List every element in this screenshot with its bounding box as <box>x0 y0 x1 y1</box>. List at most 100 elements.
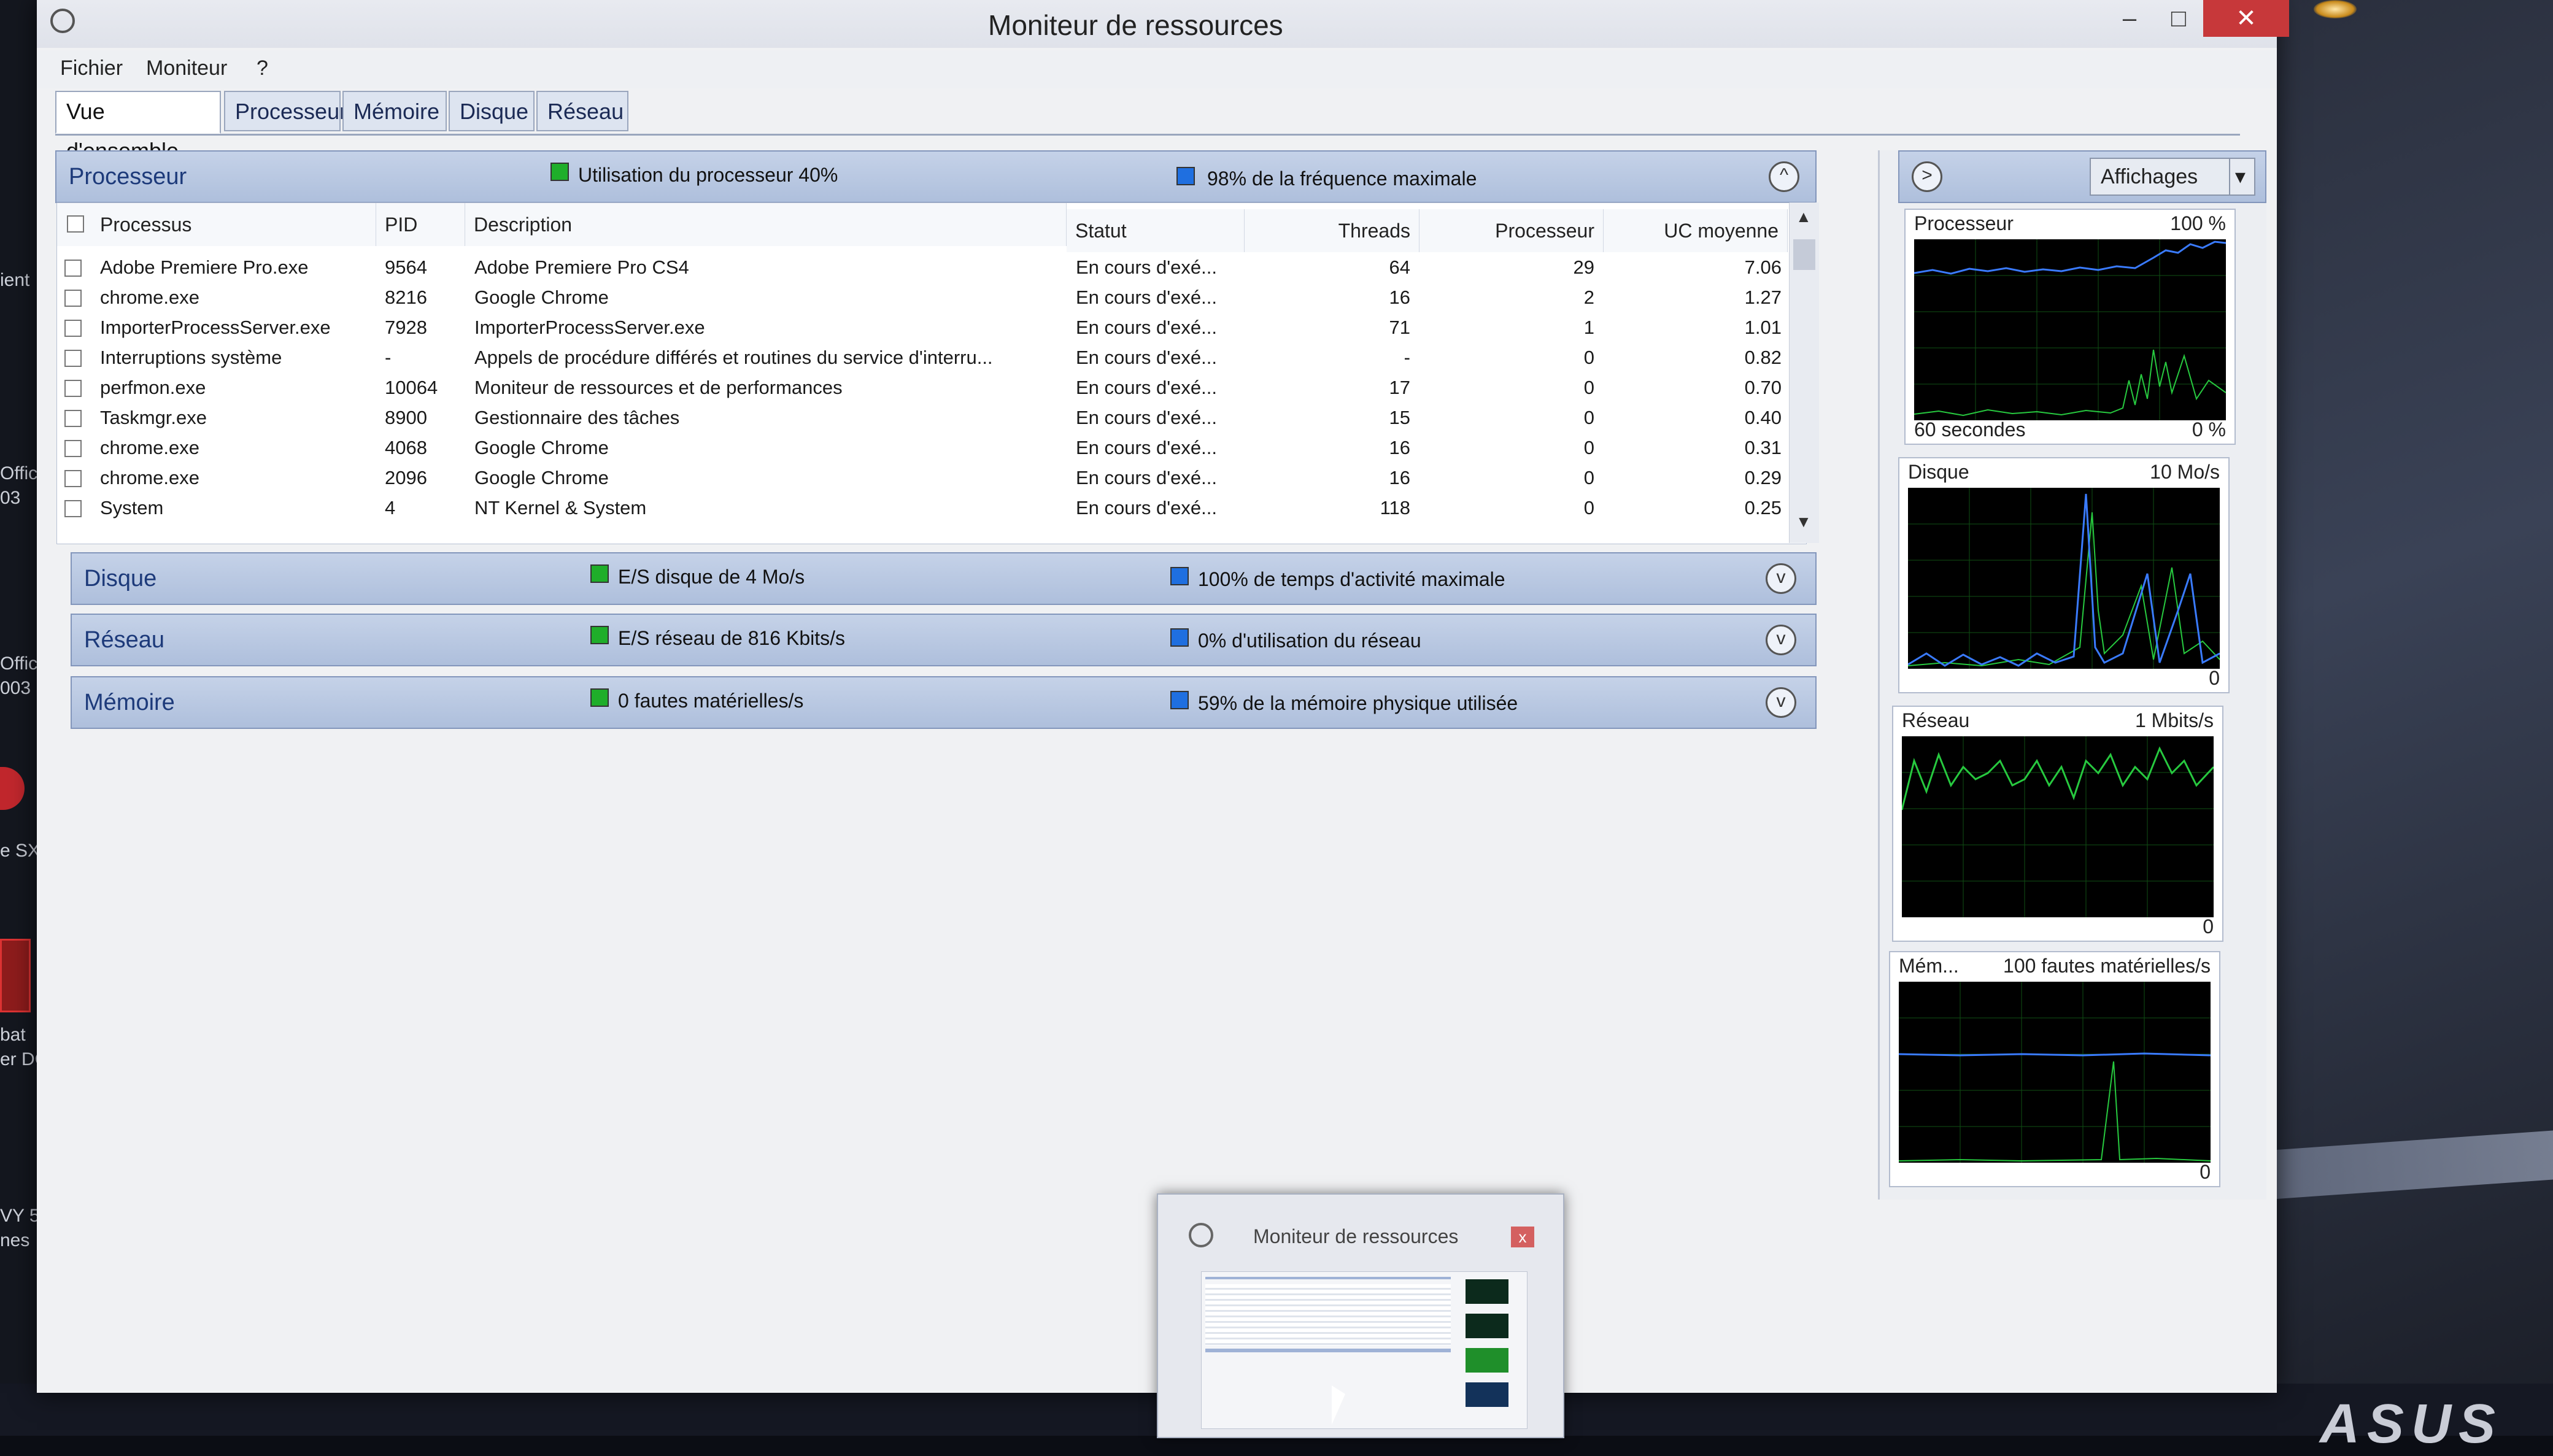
column-header-status[interactable]: Statut <box>1067 209 1245 252</box>
expand-icon[interactable]: v <box>1766 625 1796 655</box>
tab-disk[interactable]: Disque <box>449 91 535 131</box>
collapse-icon[interactable]: ^ <box>1769 161 1799 192</box>
chevron-right-icon[interactable]: > <box>1912 161 1942 192</box>
column-header-avg-cpu[interactable]: UC moyenne <box>1604 209 1788 252</box>
graph-timespan: 60 secondes <box>1914 418 2026 441</box>
table-row[interactable]: ImporterProcessServer.exe 7928 ImporterPro… <box>57 312 1806 343</box>
menu-file[interactable]: Fichier <box>60 56 123 80</box>
section-title: Disque <box>84 566 157 591</box>
cell-avg: 0.29 <box>1744 467 1782 488</box>
hard-faults-label: 0 fautes matérielles/s <box>618 690 804 712</box>
desktop-icon-label[interactable]: 003 <box>0 678 31 699</box>
table-row[interactable]: perfmon.exe 10064 Moniteur de ressources e… <box>57 372 1806 403</box>
blue-legend-icon <box>1176 167 1195 185</box>
column-header-pid[interactable]: PID <box>376 203 465 246</box>
maximize-button[interactable]: □ <box>2154 0 2203 37</box>
column-header-description[interactable]: Description <box>465 203 1067 246</box>
cell-cpu: 0 <box>1583 347 1594 368</box>
graph-max: 1 Mbits/s <box>2134 709 2214 731</box>
green-legend-icon <box>590 688 609 707</box>
row-checkbox[interactable] <box>64 380 82 397</box>
column-header-cpu[interactable]: Processeur <box>1419 209 1604 252</box>
table-row[interactable]: chrome.exe 2096 Google Chrome En cours d'ex… <box>57 463 1806 493</box>
column-header-process[interactable]: Processus <box>57 203 376 246</box>
disk-section-header[interactable]: Disque E/S disque de 4 Mo/s 100% de temp… <box>71 552 1817 605</box>
table-row[interactable]: chrome.exe 4068 Google Chrome En cours d'ex… <box>57 433 1806 463</box>
table-row[interactable]: System 4 NT Kernel & System En cours d'exé.… <box>57 493 1806 523</box>
scroll-thumb[interactable] <box>1793 239 1815 270</box>
cell-status: En cours d'exé... <box>1076 317 1217 338</box>
disk-graph-plot <box>1908 488 2220 669</box>
tab-network[interactable]: Réseau <box>536 91 628 131</box>
views-dropdown[interactable]: Affichages ▾ <box>2090 158 2255 196</box>
desktop-icon-label[interactable]: bat <box>0 1025 26 1046</box>
tab-divider <box>55 134 2240 136</box>
thumbnail-close-button[interactable]: x <box>1511 1227 1534 1247</box>
network-section-header[interactable]: Réseau E/S réseau de 816 Kbits/s 0% d'ut… <box>71 614 1817 666</box>
row-checkbox[interactable] <box>64 500 82 517</box>
tab-overview[interactable]: Vue d'ensemble <box>55 91 221 163</box>
menu-help[interactable]: ? <box>257 56 268 80</box>
tab-processor[interactable]: Processeur <box>224 91 347 131</box>
cell-name: chrome.exe <box>100 287 199 308</box>
tab-memory[interactable]: Mémoire <box>342 91 447 131</box>
disk-activity-label: 100% de temps d'activité maximale <box>1198 568 1505 590</box>
cell-status: En cours d'exé... <box>1076 256 1217 278</box>
row-checkbox[interactable] <box>64 410 82 427</box>
acrobat-icon[interactable] <box>0 939 31 1012</box>
processor-section-header[interactable]: Processeur Utilisation du processeur 40%… <box>55 150 1817 203</box>
cell-name: System <box>100 497 164 518</box>
column-header-threads[interactable]: Threads <box>1245 209 1419 252</box>
select-all-checkbox[interactable] <box>67 215 84 233</box>
scroll-down-icon[interactable]: ▼ <box>1796 512 1812 531</box>
close-button[interactable]: ✕ <box>2203 0 2289 37</box>
cell-pid: - <box>385 347 392 368</box>
row-checkbox[interactable] <box>64 440 82 457</box>
cell-cpu: 2 <box>1583 287 1594 308</box>
cell-desc: Moniteur de ressources et de performance… <box>474 377 843 398</box>
table-row[interactable]: chrome.exe 8216 Google Chrome En cours d'ex… <box>57 282 1806 313</box>
cell-status: En cours d'exé... <box>1076 377 1217 398</box>
menu-monitor[interactable]: Moniteur <box>146 56 227 80</box>
brand-logo: ASUS <box>2320 1393 2503 1455</box>
graph-max: 10 Mo/s <box>2150 461 2220 483</box>
desktop-icon-label[interactable]: nes <box>0 1230 29 1251</box>
minimize-button[interactable]: – <box>2105 0 2154 37</box>
cell-desc: Google Chrome <box>474 287 609 308</box>
preview-bar <box>1205 1277 1451 1279</box>
scroll-up-icon[interactable]: ▲ <box>1796 207 1812 226</box>
row-checkbox[interactable] <box>64 470 82 487</box>
taskbar-thumbnail[interactable]: Moniteur de ressources x <box>1157 1193 1564 1438</box>
cell-status: En cours d'exé... <box>1076 467 1217 488</box>
desktop-icon-label[interactable]: 03 <box>0 488 20 509</box>
graph-min: 0 <box>2203 915 2214 938</box>
cell-status: En cours d'exé... <box>1076 437 1217 458</box>
table-row[interactable]: Taskmgr.exe 8900 Gestionnaire des tâches En… <box>57 403 1806 433</box>
cell-cpu: 0 <box>1583 497 1594 518</box>
title-bar[interactable]: Moniteur de ressources – □ ✕ <box>37 0 2289 48</box>
cell-status: En cours d'exé... <box>1076 497 1217 518</box>
desktop-icon-label[interactable]: ient <box>0 270 29 291</box>
graphs-panel: > Affichages ▾ Processeur 100 % 60 secon… <box>1878 150 2266 1200</box>
expand-icon[interactable]: v <box>1766 687 1796 718</box>
memory-section-header[interactable]: Mémoire 0 fautes matérielles/s 59% de la… <box>71 676 1817 729</box>
cell-pid: 4068 <box>385 437 427 458</box>
cell-desc: ImporterProcessServer.exe <box>474 317 705 338</box>
expand-icon[interactable]: v <box>1766 563 1796 594</box>
row-checkbox[interactable] <box>64 290 82 307</box>
table-scrollbar[interactable]: ▲ ▼ <box>1789 202 1819 543</box>
thumbnail-preview[interactable] <box>1201 1271 1528 1429</box>
graph-min: 0 <box>2200 1161 2211 1183</box>
row-checkbox[interactable] <box>64 260 82 277</box>
cell-cpu: 0 <box>1583 377 1594 398</box>
section-title: Mémoire <box>84 690 175 715</box>
table-row[interactable]: Adobe Premiere Pro.exe 9564 Adobe Premiere… <box>57 252 1806 283</box>
cell-desc: Adobe Premiere Pro CS4 <box>474 256 689 278</box>
desktop-icon-label[interactable]: e SX <box>0 841 40 861</box>
preview-graph <box>1466 1279 1508 1304</box>
row-checkbox[interactable] <box>64 350 82 367</box>
row-checkbox[interactable] <box>64 320 82 337</box>
table-row[interactable]: Interruptions système - Appels de procédur… <box>57 342 1806 373</box>
cell-cpu: 0 <box>1583 437 1594 458</box>
graph-title: Réseau <box>1902 709 1970 731</box>
